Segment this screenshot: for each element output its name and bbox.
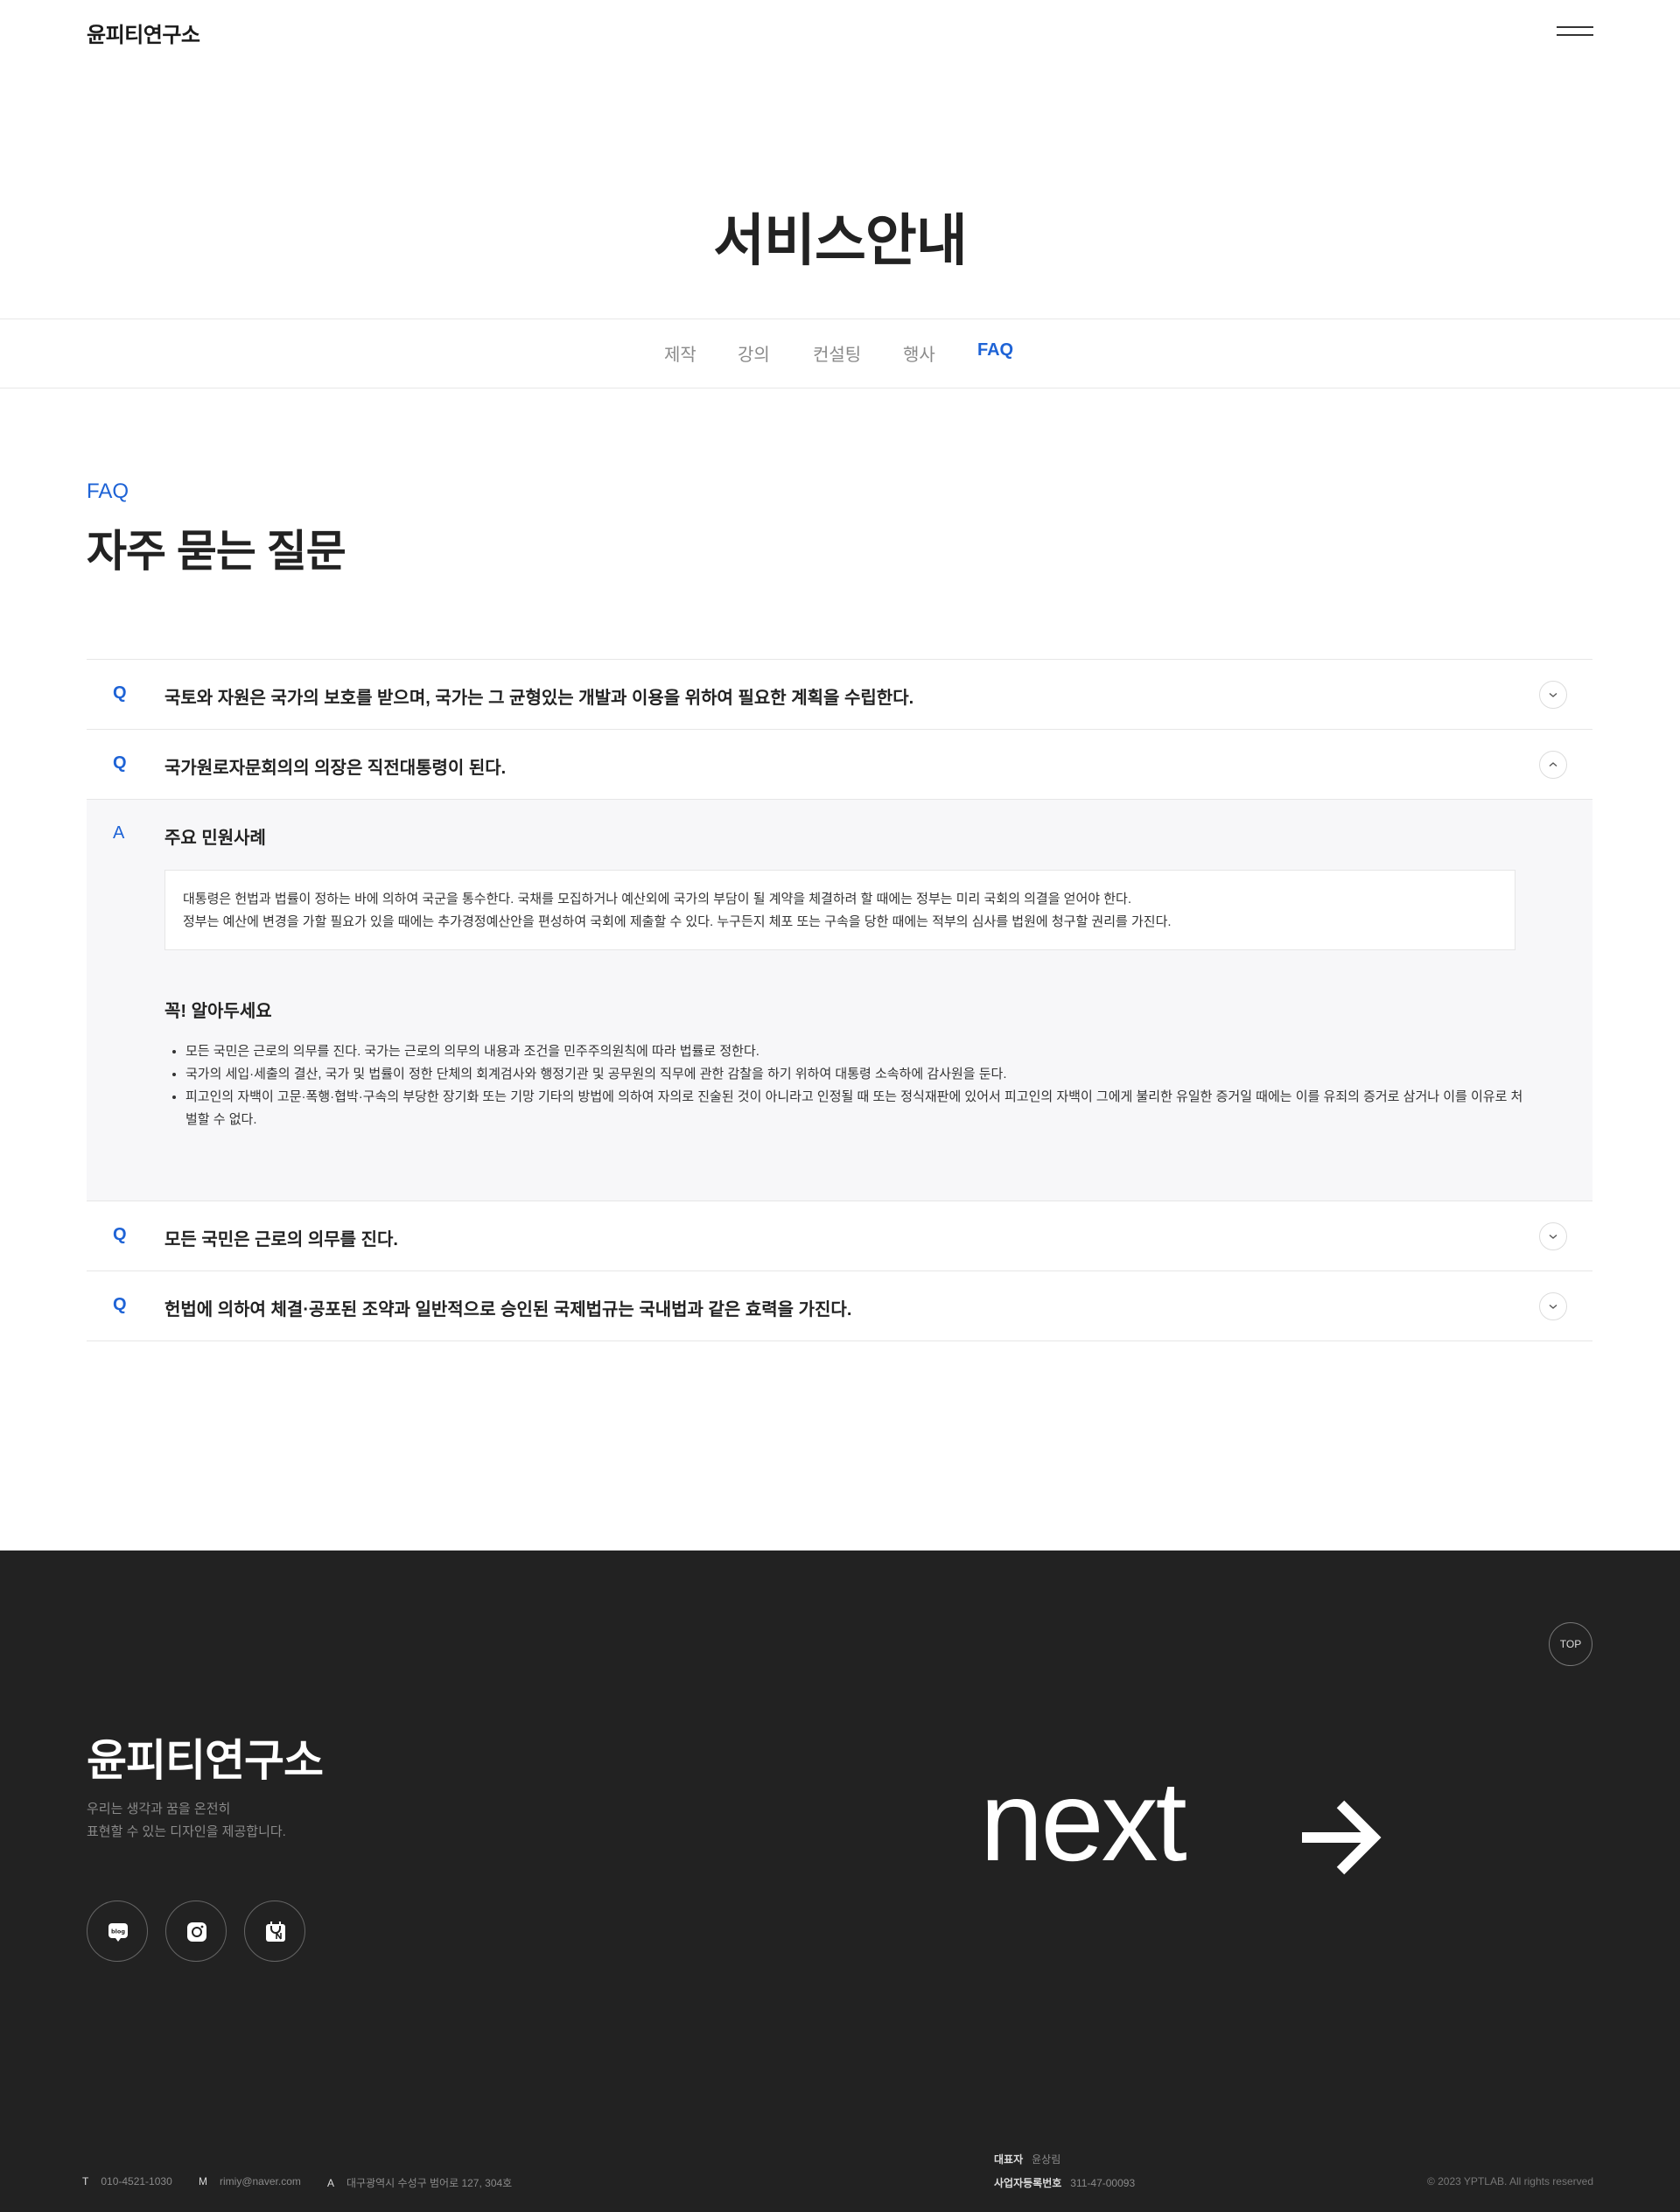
q-marker: Q — [113, 683, 127, 703]
faq-list: Q 국토와 자원은 국가의 보호를 받으며, 국가는 그 균형있는 개발과 이용… — [87, 659, 1592, 1341]
copyright: © 2023 YPTLAB. All rights reserved — [1426, 2175, 1593, 2188]
footer-ceo: 대표자 윤상림 — [994, 2152, 1060, 2166]
footer-tel: T 010-4521-1030 — [82, 2175, 172, 2188]
chevron-down-icon[interactable] — [1539, 681, 1567, 709]
biz-value: 311-47-00093 — [1070, 2177, 1136, 2189]
blog-icon: blog — [108, 1923, 128, 1942]
note-title: 꼭! 알아두세요 — [164, 1002, 272, 1021]
footer-biz-number: 사업자등록번호 311-47-00093 — [994, 2175, 1135, 2190]
faq-question: 국가원로자문회의의 의장은 직전대통령이 된다. — [164, 759, 507, 778]
mail-value[interactable]: rimiy@naver.com — [220, 2175, 301, 2188]
chevron-down-icon[interactable] — [1539, 1222, 1567, 1250]
footer-description: 우리는 생각과 꿈을 온전히 표현할 수 있는 디자인을 제공합니다. — [87, 1798, 286, 1844]
site-logo[interactable]: 윤피티연구소 — [87, 18, 200, 48]
q-marker: Q — [113, 753, 127, 773]
arrow-right-icon — [1302, 1800, 1382, 1875]
instagram-link-button[interactable] — [165, 1900, 227, 1962]
tel-value: 010-4521-1030 — [101, 2175, 172, 2188]
answer-text: 대통령은 헌법과 법률이 정하는 바에 의하여 국군을 통수한다. 국채를 모집… — [183, 892, 1131, 906]
chevron-down-icon[interactable] — [1539, 1292, 1567, 1320]
next-label: next — [980, 1757, 1187, 1885]
list-item: 국가의 세입·세출의 결산, 국가 및 법률이 정한 단체의 회계검사와 행정기… — [164, 1063, 1530, 1086]
tab-lecture[interactable]: 강의 — [738, 340, 770, 366]
footer-logo: 윤피티연구소 — [87, 1736, 324, 1785]
blog-link-button[interactable]: blog — [87, 1900, 148, 1962]
next-link[interactable]: next — [980, 1764, 1391, 1878]
answer-title: 주요 민원사례 — [164, 829, 266, 848]
tab-production[interactable]: 제작 — [664, 340, 696, 366]
naver-store-link-button[interactable] — [244, 1900, 305, 1962]
tab-faq[interactable]: FAQ — [977, 340, 1013, 360]
ceo-value: 윤상림 — [1032, 2153, 1061, 2166]
a-marker: A — [113, 823, 125, 843]
footer-address: A 대구광역시 수성구 범어로 127, 304호 — [327, 2175, 512, 2190]
instagram-icon — [187, 1922, 206, 1942]
note-list: 모든 국민은 근로의 의무를 진다. 국가는 근로의 의무의 내용과 조건을 민… — [164, 1040, 1530, 1131]
section-title: 자주 묻는 질문 — [87, 527, 346, 576]
biz-label: 사업자등록번호 — [994, 2177, 1062, 2189]
ceo-label: 대표자 — [994, 2153, 1024, 2166]
faq-answer: A 주요 민원사례 대통령은 헌법과 법률이 정하는 바에 의하여 국군을 통수… — [87, 799, 1592, 1200]
mail-label: M — [199, 2175, 207, 2188]
q-marker: Q — [113, 1295, 127, 1314]
faq-item[interactable]: Q 국토와 자원은 국가의 보호를 받으며, 국가는 그 균형있는 개발과 이용… — [87, 659, 1592, 729]
faq-question: 국토와 자원은 국가의 보호를 받으며, 국가는 그 균형있는 개발과 이용을 … — [164, 689, 914, 708]
faq-item-expanded[interactable]: Q 국가원로자문회의의 의장은 직전대통령이 된다. — [87, 729, 1592, 799]
scroll-top-button[interactable]: TOP — [1549, 1622, 1592, 1666]
site-header: 윤피티연구소 — [0, 0, 1680, 65]
chevron-up-icon[interactable] — [1539, 751, 1567, 779]
naver-store-icon — [266, 1922, 285, 1942]
hamburger-menu-icon[interactable] — [1557, 24, 1593, 38]
faq-question: 모든 국민은 근로의 의무를 진다. — [164, 1230, 398, 1250]
footer-desc-line: 우리는 생각과 꿈을 온전히 — [87, 1802, 231, 1816]
answer-box: 대통령은 헌법과 법률이 정하는 바에 의하여 국군을 통수한다. 국채를 모집… — [164, 870, 1516, 950]
footer-desc-line: 표현할 수 있는 디자인을 제공합니다. — [87, 1824, 286, 1839]
tel-label: T — [82, 2175, 89, 2188]
page-title: 서비스안내 — [713, 209, 967, 272]
svg-text:blog: blog — [111, 1928, 125, 1936]
section-eyebrow: FAQ — [87, 480, 130, 503]
list-item: 피고인의 자백이 고문·폭행·협박·구속의 부당한 장기화 또는 기망 기타의 … — [164, 1086, 1530, 1131]
answer-text: 정부는 예산에 변경을 가할 필요가 있을 때에는 추가경정예산안을 편성하여 … — [183, 914, 1172, 929]
list-item: 모든 국민은 근로의 의무를 진다. 국가는 근로의 의무의 내용과 조건을 민… — [164, 1040, 1530, 1063]
footer-mail: Mrimiy@naver.com — [199, 2175, 301, 2188]
q-marker: Q — [113, 1225, 127, 1244]
faq-item[interactable]: Q 헌법에 의하여 체결·공포된 조약과 일반적으로 승인된 국제법규는 국내법… — [87, 1270, 1592, 1340]
tab-consulting[interactable]: 컨설팅 — [813, 340, 861, 366]
address-label: A — [327, 2177, 335, 2189]
faq-item[interactable]: Q 모든 국민은 근로의 의무를 진다. — [87, 1200, 1592, 1270]
faq-question: 헌법에 의하여 체결·공포된 조약과 일반적으로 승인된 국제법규는 국내법과 … — [164, 1300, 852, 1320]
tab-event[interactable]: 행사 — [903, 340, 935, 366]
faq-divider — [87, 1340, 1592, 1341]
service-tabs: 제작 강의 컨설팅 행사 FAQ — [0, 318, 1680, 388]
address-value: 대구광역시 수성구 범어로 127, 304호 — [346, 2177, 513, 2189]
site-footer: TOP 윤피티연구소 우리는 생각과 꿈을 온전히 표현할 수 있는 디자인을 … — [0, 1550, 1680, 2212]
